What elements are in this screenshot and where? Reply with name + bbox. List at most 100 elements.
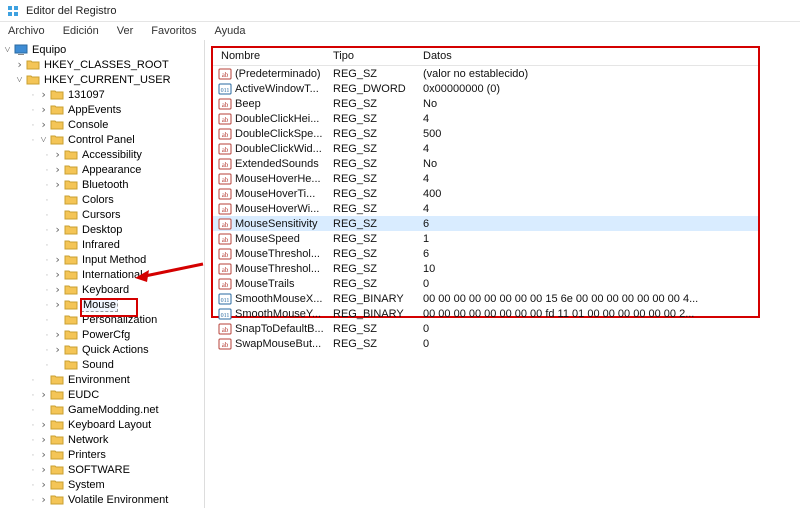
tree-item-keyboard[interactable]: ·›Keyboard bbox=[0, 282, 204, 297]
menu-favorites[interactable]: Favoritos bbox=[147, 24, 200, 38]
tree-item-gamemodding[interactable]: ·GameModding.net bbox=[0, 402, 204, 417]
value-row[interactable]: abMouseSensitivityREG_SZ6 bbox=[213, 216, 758, 231]
tree-label: AppEvents bbox=[67, 104, 122, 116]
tree-item-infrared[interactable]: ·Infrared bbox=[0, 237, 204, 252]
value-row[interactable]: abExtendedSoundsREG_SZNo bbox=[213, 156, 758, 171]
svg-text:ab: ab bbox=[222, 146, 229, 154]
folder-icon bbox=[50, 104, 64, 116]
tree-item-bluetooth[interactable]: ·›Bluetooth bbox=[0, 177, 204, 192]
expand-icon[interactable]: › bbox=[52, 329, 63, 340]
folder-icon bbox=[64, 269, 78, 281]
value-row[interactable]: abSwapMouseBut...REG_SZ0 bbox=[213, 336, 758, 351]
expand-icon[interactable]: › bbox=[38, 119, 49, 130]
value-data: 00 00 00 00 00 00 00 00 15 6e 00 00 00 0… bbox=[423, 293, 758, 305]
tree-item-personalization[interactable]: ·Personalization bbox=[0, 312, 204, 327]
value-data: 4 bbox=[423, 203, 758, 215]
expand-icon[interactable]: › bbox=[38, 494, 49, 505]
tree-item-keyboard[interactable]: ·›Keyboard Layout bbox=[0, 417, 204, 432]
expand-icon[interactable]: › bbox=[38, 419, 49, 430]
tree-item-n131097[interactable]: ·›131097 bbox=[0, 87, 204, 102]
value-row[interactable]: ab(Predeterminado)REG_SZ(valor no establ… bbox=[213, 66, 758, 81]
tree-item-eudc[interactable]: ·›EUDC bbox=[0, 387, 204, 402]
value-row[interactable]: abMouseHoverHe...REG_SZ4 bbox=[213, 171, 758, 186]
tree-item-console[interactable]: ·›Console bbox=[0, 117, 204, 132]
expand-icon[interactable]: › bbox=[38, 479, 49, 490]
tree-item-environment[interactable]: ·Environment bbox=[0, 372, 204, 387]
value-row[interactable]: abDoubleClickHei...REG_SZ4 bbox=[213, 111, 758, 126]
expand-icon[interactable]: › bbox=[52, 254, 63, 265]
tree-item-mouse[interactable]: ·›Mouse bbox=[0, 297, 204, 312]
tree-item-printers[interactable]: ·›Printers bbox=[0, 447, 204, 462]
expand-icon[interactable]: › bbox=[38, 464, 49, 475]
tree-item-quickactions[interactable]: ·›Quick Actions bbox=[0, 342, 204, 357]
tree-label: Bluetooth bbox=[81, 179, 129, 191]
tree-item-volatile[interactable]: ·›Volatile Environment bbox=[0, 492, 204, 507]
tree-item-controlpanel[interactable]: ·˅Control Panel bbox=[0, 132, 204, 147]
expand-icon[interactable]: › bbox=[52, 164, 63, 175]
expand-icon[interactable]: › bbox=[52, 299, 63, 310]
value-row[interactable]: abMouseSpeedREG_SZ1 bbox=[213, 231, 758, 246]
tree-item-desktop[interactable]: ·›Desktop bbox=[0, 222, 204, 237]
string-value-icon: ab bbox=[217, 278, 233, 290]
tree-label: 131097 bbox=[67, 89, 106, 101]
tree-item-system[interactable]: ·›System bbox=[0, 477, 204, 492]
value-row[interactable]: abMouseTrailsREG_SZ0 bbox=[213, 276, 758, 291]
expand-icon[interactable]: › bbox=[52, 224, 63, 235]
tree-hkcu[interactable]: ˅ HKEY_CURRENT_USER bbox=[0, 72, 204, 87]
values-highlight-box: Nombre Tipo Datos ab(Predeterminado)REG_… bbox=[211, 46, 760, 318]
value-row[interactable]: 011SmoothMouseY...REG_BINARY00 00 00 00 … bbox=[213, 306, 758, 321]
col-type[interactable]: Tipo bbox=[333, 50, 423, 62]
collapse-icon[interactable]: ˅ bbox=[14, 74, 25, 85]
value-row[interactable]: abMouseHoverWi...REG_SZ4 bbox=[213, 201, 758, 216]
tree-item-colors[interactable]: ·Colors bbox=[0, 192, 204, 207]
menu-edit[interactable]: Edición bbox=[59, 24, 103, 38]
tree-root[interactable]: ˅ Equipo bbox=[0, 42, 204, 57]
menu-view[interactable]: Ver bbox=[113, 24, 138, 38]
expand-icon[interactable]: › bbox=[38, 389, 49, 400]
tree-item-accessibility[interactable]: ·›Accessibility bbox=[0, 147, 204, 162]
tree-label: Accessibility bbox=[81, 149, 143, 161]
tree-item-international[interactable]: ·›International bbox=[0, 267, 204, 282]
value-row[interactable]: abSnapToDefaultB...REG_SZ0 bbox=[213, 321, 758, 336]
expand-icon[interactable]: › bbox=[14, 59, 25, 70]
menu-help[interactable]: Ayuda bbox=[211, 24, 250, 38]
col-name[interactable]: Nombre bbox=[213, 50, 333, 62]
tree-item-powercfg[interactable]: ·›PowerCfg bbox=[0, 327, 204, 342]
value-type: REG_SZ bbox=[333, 68, 423, 80]
tree-label: Sound bbox=[81, 359, 115, 371]
value-row[interactable]: abMouseHoverTi...REG_SZ400 bbox=[213, 186, 758, 201]
value-row[interactable]: 011ActiveWindowT...REG_DWORD0x00000000 (… bbox=[213, 81, 758, 96]
collapse-icon[interactable]: ˅ bbox=[38, 134, 49, 145]
tree-item-appearance[interactable]: ·›Appearance bbox=[0, 162, 204, 177]
tree-item-inputmethod[interactable]: ·›Input Method bbox=[0, 252, 204, 267]
expand-icon[interactable]: › bbox=[38, 449, 49, 460]
value-row[interactable]: abDoubleClickSpe...REG_SZ500 bbox=[213, 126, 758, 141]
expand-icon[interactable]: › bbox=[52, 344, 63, 355]
expand-icon[interactable]: › bbox=[52, 179, 63, 190]
col-data[interactable]: Datos bbox=[423, 50, 758, 62]
collapse-icon[interactable]: ˅ bbox=[2, 44, 13, 55]
value-row[interactable]: abBeepREG_SZNo bbox=[213, 96, 758, 111]
menu-file[interactable]: Archivo bbox=[4, 24, 49, 38]
values-header[interactable]: Nombre Tipo Datos bbox=[213, 48, 758, 66]
tree-hkcr[interactable]: › HKEY_CLASSES_ROOT bbox=[0, 57, 204, 72]
tree-item-network[interactable]: ·›Network bbox=[0, 432, 204, 447]
tree-item-software[interactable]: ·›SOFTWARE bbox=[0, 462, 204, 477]
value-row[interactable]: abMouseThreshol...REG_SZ10 bbox=[213, 261, 758, 276]
expand-icon[interactable]: › bbox=[52, 269, 63, 280]
expand-icon[interactable]: › bbox=[38, 89, 49, 100]
tree-view[interactable]: ˅ Equipo › HKEY_CLASSES_ROOT ˅ HKEY_CURR… bbox=[0, 40, 205, 508]
expand-icon[interactable]: › bbox=[52, 149, 63, 160]
tree-item-sound[interactable]: ·Sound bbox=[0, 357, 204, 372]
value-row[interactable]: abDoubleClickWid...REG_SZ4 bbox=[213, 141, 758, 156]
value-row[interactable]: 011SmoothMouseX...REG_BINARY00 00 00 00 … bbox=[213, 291, 758, 306]
expand-icon[interactable]: › bbox=[38, 434, 49, 445]
content: ˅ Equipo › HKEY_CLASSES_ROOT ˅ HKEY_CURR… bbox=[0, 40, 800, 508]
tree-item-appevents[interactable]: ·›AppEvents bbox=[0, 102, 204, 117]
value-row[interactable]: abMouseThreshol...REG_SZ6 bbox=[213, 246, 758, 261]
expand-icon[interactable]: › bbox=[38, 104, 49, 115]
value-name: MouseSensitivity bbox=[235, 218, 333, 230]
expand-icon[interactable]: › bbox=[52, 284, 63, 295]
tree-label: Quick Actions bbox=[81, 344, 150, 356]
tree-item-cursors[interactable]: ·Cursors bbox=[0, 207, 204, 222]
